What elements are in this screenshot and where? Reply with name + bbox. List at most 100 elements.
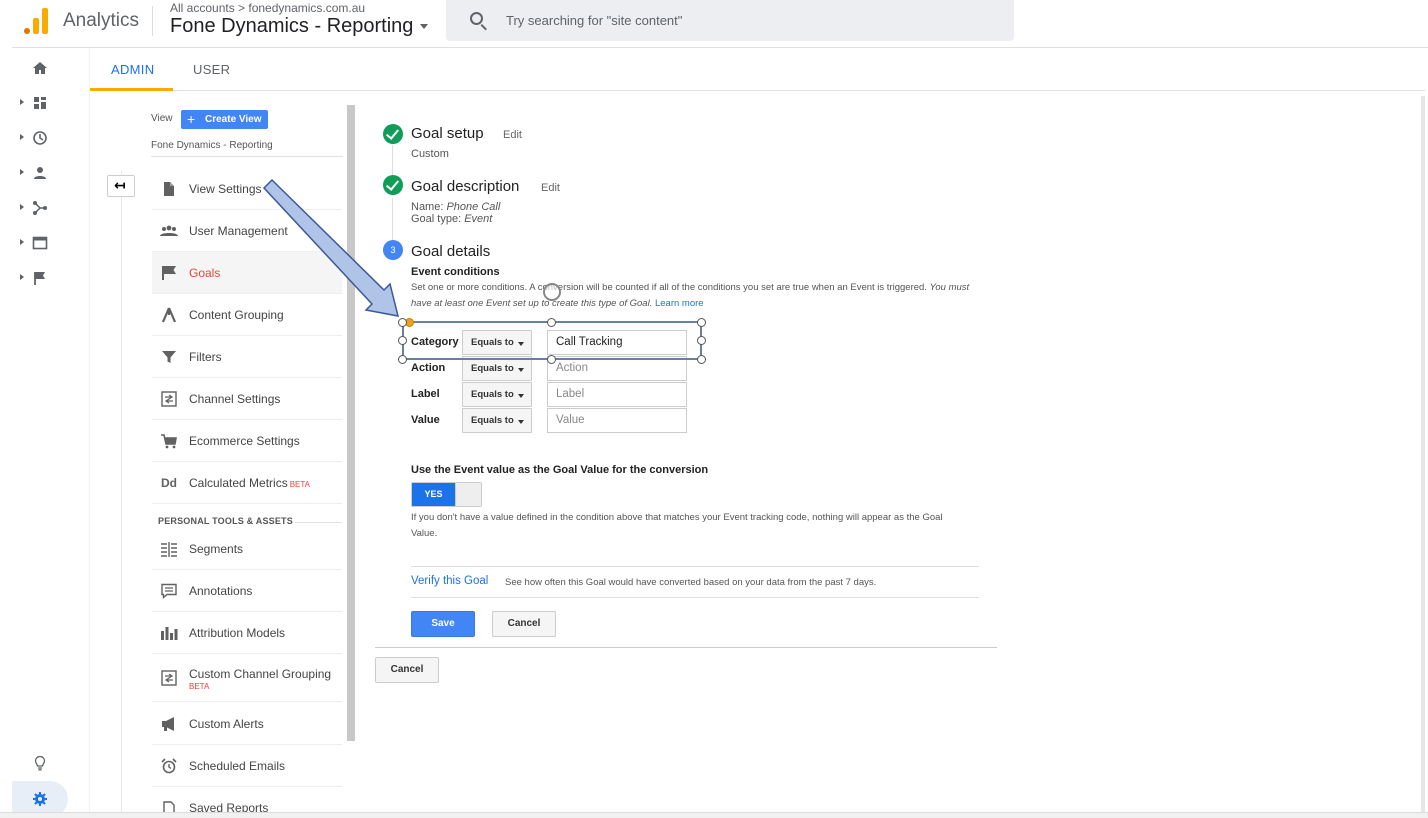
label-input[interactable]: Label [547,382,687,407]
arrow-back-icon: ↤ [114,177,126,193]
goal-setup-edit[interactable]: Edit [503,129,522,141]
rail-behavior[interactable] [12,228,68,258]
goal-type-line: Goal type: Event [411,213,493,225]
nav-label: Channel Settings [189,392,281,406]
beta-badge: BETA [189,682,210,691]
back-button[interactable]: ↤ [107,175,135,197]
tab-active-indicator [90,88,173,91]
search-input[interactable]: Try searching for "site content" [506,13,682,28]
nav-label: Calculated Metrics BETA [189,476,311,490]
view-selector-underline [151,156,343,157]
rail-customization[interactable] [12,88,68,118]
nav-custom-alerts[interactable]: Custom Alerts [152,703,342,745]
nav-channel-settings[interactable]: Channel Settings [152,378,342,420]
search-bar[interactable]: Try searching for "site content" [446,0,1014,41]
rotate-handle-icon[interactable] [543,283,561,301]
condition-label: Value [411,414,440,426]
lightbulb-icon[interactable] [32,755,48,771]
verify-goal-link[interactable]: Verify this Goal [411,575,488,587]
goal-description-edit[interactable]: Edit [541,182,560,194]
account-breadcrumb[interactable]: All accounts > fonedynamics.com.au [170,1,365,15]
selection-handle[interactable] [547,318,556,327]
annotation-icon [161,583,177,599]
nav-calculated-metrics[interactable]: Dd Calculated Metrics BETA [152,462,342,504]
divider [411,566,979,567]
selection-handle[interactable] [547,355,556,364]
customization-icon[interactable] [32,95,48,111]
top-header: Analytics All accounts > fonedynamics.co… [12,0,1428,48]
selection-handle[interactable] [398,336,407,345]
caret-right-icon [20,274,24,280]
bottom-edge [0,812,1428,818]
rail-home[interactable] [12,53,68,83]
nav-label: Filters [189,350,222,364]
learn-more-link[interactable]: Learn more [655,298,704,309]
nav-custom-channel-grouping[interactable]: Custom Channel Grouping BETA [152,654,342,702]
nav-label: Scheduled Emails [189,759,286,773]
analytics-logo[interactable] [24,6,48,34]
flag-icon[interactable] [32,270,48,286]
nav-ecommerce-settings[interactable]: Ecommerce Settings [152,420,342,462]
chevron-down-icon[interactable] [420,24,428,29]
selection-handle[interactable] [398,355,407,364]
check-circle-icon [383,124,403,144]
cancel-button[interactable]: Cancel [492,611,556,637]
megaphone-icon [162,717,174,731]
segments-icon [161,542,177,557]
tab-user[interactable]: USER [193,62,230,77]
use-value-description: If you don't have a value defined in the… [411,512,943,539]
account-selector[interactable]: Fone Dynamics - Reporting [170,15,413,38]
divider [411,597,979,598]
goal-setup-value: Custom [411,148,449,160]
realtime-icon[interactable] [32,130,48,146]
rail-realtime[interactable] [12,123,68,153]
behavior-icon[interactable] [32,235,48,251]
goal-name-line: Name: Phone Call [411,201,501,213]
condition-operator-select[interactable]: Equals to [462,382,532,407]
section-divider [295,522,342,523]
nav-label: Ecommerce Settings [189,434,300,448]
nav-annotations[interactable]: Annotations [152,570,342,612]
nav-segments[interactable]: Segments [152,528,342,570]
nav-filters[interactable]: Filters [152,336,342,378]
selection-handle[interactable] [697,318,706,327]
admin-gear-icon[interactable] [32,791,48,807]
value-input[interactable]: Value [547,408,687,433]
view-selector[interactable]: Fone Dynamics - Reporting [151,140,273,151]
rail-audience[interactable] [12,158,68,188]
channel-icon [161,391,177,407]
audience-icon[interactable] [32,165,48,181]
verify-goal-description: See how often this Goal would have conve… [505,577,877,588]
condition-operator-select[interactable]: Equals to [462,408,532,433]
tab-admin[interactable]: ADMIN [111,62,154,77]
nav-attribution-models[interactable]: Attribution Models [152,612,342,654]
nav-label: Attribution Models [189,626,286,640]
section-heading: PERSONAL TOOLS & ASSETS [158,516,293,526]
cart-icon [161,434,177,449]
home-icon[interactable] [32,60,48,76]
people-icon [160,225,178,236]
admin-main-panel: ADMIN USER View + Create View Fone Dynam… [89,48,1425,813]
create-view-button[interactable]: + Create View [181,110,268,129]
selection-handle[interactable] [697,336,706,345]
rail-discover[interactable] [12,748,68,778]
left-rail [12,48,68,818]
nav-scheduled-emails[interactable]: Scheduled Emails [152,745,342,787]
caret-down-icon [518,420,524,424]
cancel-goal-button[interactable]: Cancel [375,657,439,683]
page-scrollbar[interactable] [1421,96,1425,813]
goal-setup-title: Goal setup [411,125,484,142]
save-button[interactable]: Save [411,611,475,637]
selection-handle[interactable] [697,355,706,364]
acquisition-icon[interactable] [32,200,48,216]
content-grouping-icon [161,307,177,323]
use-value-toggle[interactable]: YES [411,482,482,507]
toggle-knob[interactable] [455,483,481,506]
rail-conversions[interactable] [12,263,68,293]
rail-acquisition[interactable] [12,193,68,223]
caret-down-icon [518,394,524,398]
goal-description-title: Goal description [411,178,520,195]
nav-saved-reports[interactable]: Saved Reports [152,787,342,813]
search-icon[interactable] [470,12,483,25]
goal-details-title: Goal details [411,243,491,260]
